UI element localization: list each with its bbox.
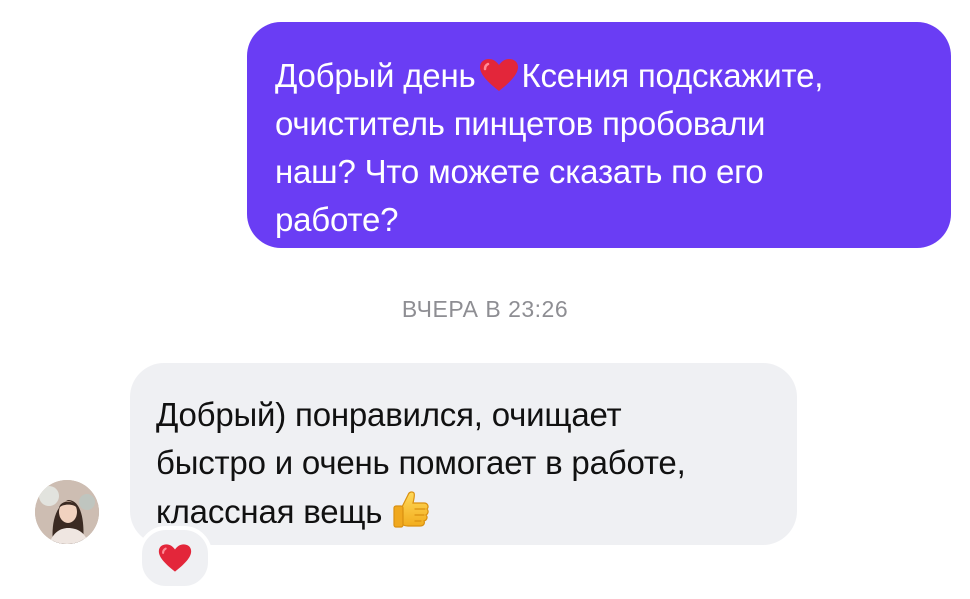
message-reaction[interactable] (138, 526, 212, 590)
incoming-message-line-2: быстро и очень помогает в работе, (156, 444, 686, 481)
outgoing-message-line-2: очиститель пинцетов пробовали (275, 105, 766, 142)
red-heart-icon (480, 59, 519, 91)
red-heart-icon (158, 544, 192, 572)
avatar-photo (35, 480, 99, 544)
incoming-message-line-3: классная вещь (156, 487, 771, 536)
sender-avatar[interactable] (35, 480, 99, 544)
outgoing-text-greeting: Добрый день (275, 57, 476, 94)
incoming-message-line-1: Добрый) понравился, очищает (156, 396, 622, 433)
chat-thread: Добрый день Ксения подскажите, очиститель… (0, 0, 970, 599)
outgoing-message-line-1: Добрый день Ксения подскажите, (275, 52, 923, 100)
incoming-text-last: классная вещь (156, 493, 383, 530)
outgoing-message-line-3: наш? Что можете сказать по его (275, 153, 764, 190)
outgoing-message-bubble[interactable]: Добрый день Ксения подскажите, очиститель… (247, 22, 951, 248)
thumbs-up-icon (393, 491, 429, 528)
outgoing-text-name: Ксения подскажите, (521, 57, 824, 94)
outgoing-message-line-4: работе? (275, 201, 399, 238)
incoming-message-bubble[interactable]: Добрый) понравился, очищает быстро и оче… (130, 363, 797, 545)
message-timestamp: ВЧЕРА В 23:26 (401, 296, 569, 322)
